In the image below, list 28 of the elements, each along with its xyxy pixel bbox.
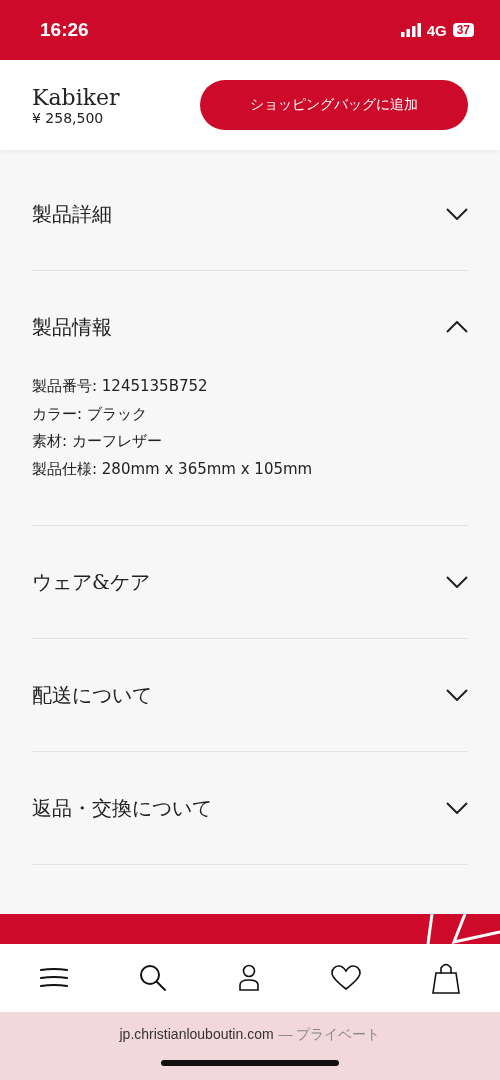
section-title[interactable]: 配送について	[32, 681, 152, 709]
section-title[interactable]: ウェア&ケア	[32, 568, 150, 596]
search-icon[interactable]	[139, 964, 167, 992]
private-mode-label: — プライベート	[278, 1026, 381, 1044]
chevron-up-icon[interactable]	[446, 321, 468, 333]
network-label: 4G	[426, 21, 447, 39]
signal-icon	[400, 23, 421, 37]
section-title[interactable]: 製品詳細	[32, 200, 112, 228]
person-icon[interactable]	[238, 964, 260, 992]
product-name: Kabiker	[32, 84, 120, 110]
url-domain[interactable]: jp.christianlouboutin.com	[119, 1026, 274, 1044]
shopping-bag-icon[interactable]	[432, 962, 460, 994]
chevron-down-icon[interactable]	[446, 208, 468, 220]
section-title[interactable]: 製品情報	[32, 313, 112, 341]
chevron-down-icon[interactable]	[446, 802, 468, 814]
battery-level: 37	[452, 23, 474, 37]
section-title[interactable]: 返品・交換について	[32, 794, 212, 822]
menu-icon[interactable]	[40, 967, 68, 989]
product-price: ¥ 258,500	[32, 109, 105, 126]
detail-line: カラー: ブラック	[32, 403, 148, 425]
add-to-bag-button[interactable]: ショッピングバッグに追加	[200, 80, 468, 130]
heart-icon[interactable]	[331, 965, 361, 991]
detail-line: 素材: カーフレザー	[32, 431, 163, 452]
chevron-down-icon[interactable]	[446, 689, 468, 701]
status-time: 16:26	[40, 19, 89, 41]
detail-line: 製品仕様: 280mm x 365mm x 105mm	[32, 458, 314, 480]
detail-line: 製品番号: 1245135B752	[32, 376, 209, 397]
chevron-down-icon[interactable]	[446, 576, 468, 588]
